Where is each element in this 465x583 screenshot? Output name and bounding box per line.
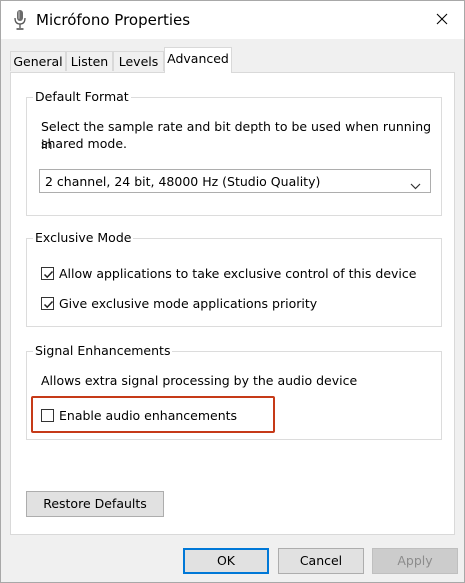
exclusive-priority-checkbox[interactable]: Give exclusive mode applications priorit… [41,294,317,312]
default-format-group: Default Format Select the sample rate an… [26,89,442,216]
chevron-down-icon [410,178,421,193]
microphone-icon [13,9,27,31]
tab-listen[interactable]: Listen [66,51,113,71]
signal-enhancements-heading: Signal Enhancements [33,343,173,359]
window-title: Micrófono Properties [36,11,191,29]
exclusive-mode-heading: Exclusive Mode [33,230,134,246]
allow-exclusive-control-label: Allow applications to take exclusive con… [59,265,417,281]
title-bar: Micrófono Properties [1,1,464,39]
default-format-description-line2: shared mode. [41,136,127,151]
ok-button[interactable]: OK [183,548,269,574]
checkbox-box[interactable] [41,296,54,310]
checkmark-icon [43,300,54,308]
close-button[interactable] [419,1,464,39]
advanced-tab-panel: Default Format Select the sample rate an… [10,72,455,535]
restore-defaults-button[interactable]: Restore Defaults [26,491,164,517]
allow-exclusive-control-checkbox[interactable]: Allow applications to take exclusive con… [41,264,416,282]
properties-dialog: Micrófono Properties General Listen Leve… [0,0,465,583]
checkbox-box[interactable] [41,266,54,280]
signal-enhancements-description: Allows extra signal processing by the au… [41,373,358,388]
close-icon [436,13,448,28]
apply-button: Apply [372,548,458,574]
format-dropdown-value: 2 channel, 24 bit, 48000 Hz (Studio Qual… [45,173,321,189]
cancel-button[interactable]: Cancel [278,548,364,574]
checkmark-icon [43,270,54,278]
highlight-box [31,396,275,433]
tab-levels[interactable]: Levels [113,51,164,71]
tab-advanced[interactable]: Advanced [164,47,232,73]
exclusive-mode-group: Exclusive Mode Allow applications to tak… [26,230,442,327]
exclusive-priority-label: Give exclusive mode applications priorit… [59,295,318,311]
default-format-heading: Default Format [33,89,131,105]
tab-general[interactable]: General [10,51,66,71]
format-dropdown[interactable]: 2 channel, 24 bit, 48000 Hz (Studio Qual… [39,169,431,193]
